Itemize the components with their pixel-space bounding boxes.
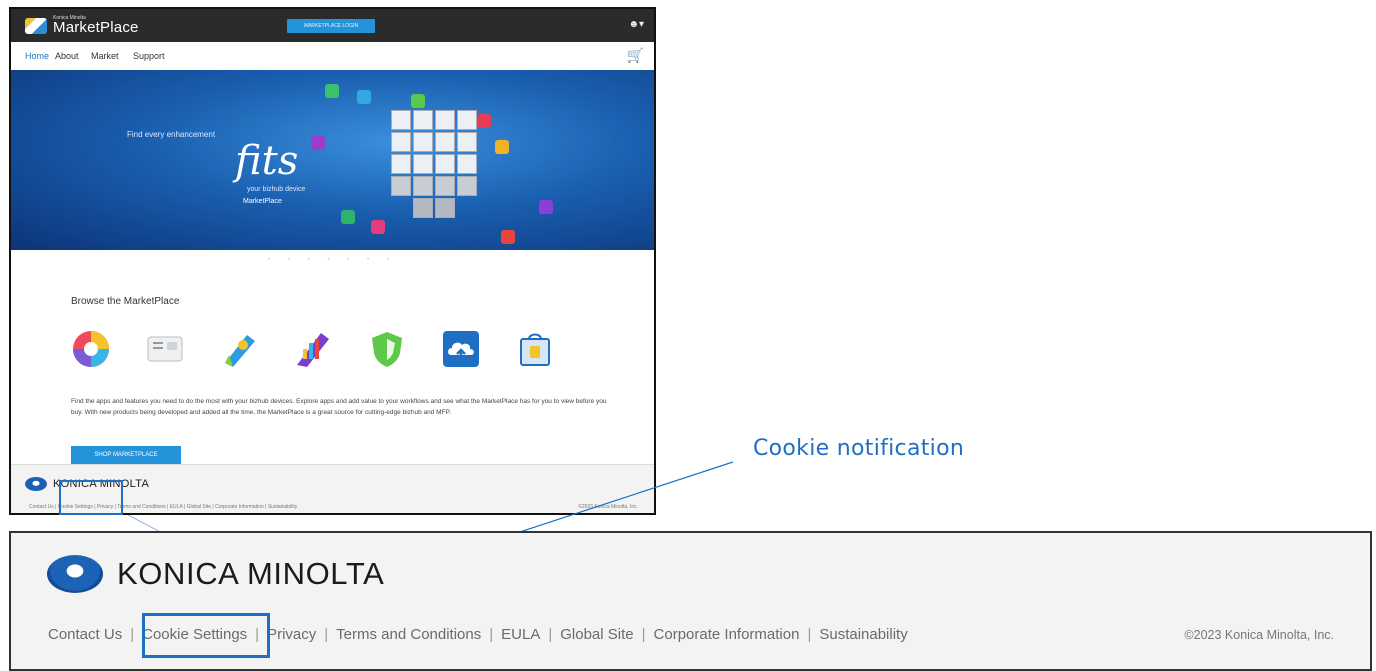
scan-icon[interactable] bbox=[219, 329, 259, 369]
color-wheel-icon[interactable] bbox=[71, 329, 111, 369]
cube-graphic bbox=[311, 80, 553, 250]
copyright: ©2023 Konica Minolta, Inc. bbox=[1184, 628, 1334, 642]
logo-text: MarketPlace bbox=[53, 19, 139, 36]
browse-title: Browse the MarketPlace bbox=[71, 296, 180, 307]
konica-minolta-globe-icon bbox=[47, 555, 103, 593]
marketplace-logo[interactable]: Konica Minolta MarketPlace bbox=[25, 15, 139, 36]
top-bar: Konica Minolta MarketPlace MARKETPLACE L… bbox=[11, 9, 654, 42]
copyright-small: ©2023 Konica Minolta, Inc. bbox=[578, 504, 638, 510]
cloud-upload-icon[interactable] bbox=[441, 329, 481, 369]
document-icon[interactable] bbox=[145, 329, 185, 369]
user-icon[interactable]: ☻▾ bbox=[628, 19, 644, 30]
footer-link-terms[interactable]: Terms and Conditions bbox=[336, 626, 481, 643]
cart-icon[interactable]: 🛒 bbox=[627, 47, 644, 64]
main-nav: Home About Market Support 🛒 bbox=[11, 42, 654, 70]
hero-marketplace-logo: MarketPlace bbox=[243, 198, 282, 205]
shopping-bag-icon[interactable] bbox=[515, 329, 555, 369]
hero-banner[interactable]: Find every enhancement fits your bizhub … bbox=[11, 70, 654, 250]
carousel-dots[interactable]: • • • • • • • bbox=[11, 257, 654, 263]
security-shield-icon[interactable] bbox=[367, 329, 407, 369]
cookie-settings-highlight bbox=[142, 613, 270, 658]
nav-market[interactable]: Market bbox=[91, 51, 119, 61]
chart-icon[interactable] bbox=[293, 329, 333, 369]
nav-home[interactable]: Home bbox=[25, 51, 49, 61]
footer-link-corporate-information[interactable]: Corporate Information bbox=[654, 626, 800, 643]
nav-support[interactable]: Support bbox=[133, 51, 165, 61]
shop-marketplace-button[interactable]: SHOP MARKETPLACE bbox=[71, 446, 181, 464]
marketplace-login-button[interactable]: MARKETPLACE LOGIN bbox=[287, 19, 375, 33]
footer-link-contact-us[interactable]: Contact Us bbox=[48, 626, 122, 643]
footer-link-privacy[interactable]: Privacy bbox=[267, 626, 316, 643]
konica-minolta-logo[interactable]: KONICA MINOLTA bbox=[47, 555, 384, 593]
hero-fits: fits bbox=[235, 138, 299, 184]
hero-subline: your bizhub device bbox=[247, 186, 306, 193]
hero-tagline: Find every enhancement bbox=[127, 130, 216, 139]
nav-about[interactable]: About bbox=[55, 51, 79, 61]
footer-link-sustainability[interactable]: Sustainability bbox=[819, 626, 907, 643]
marketplace-screenshot: Konica Minolta MarketPlace MARKETPLACE L… bbox=[9, 7, 656, 515]
footer-link-eula[interactable]: EULA bbox=[501, 626, 540, 643]
brand-name: KONICA MINOLTA bbox=[117, 556, 385, 591]
footer-link-global-site[interactable]: Global Site bbox=[560, 626, 633, 643]
annotation-label: Cookie notification bbox=[753, 436, 965, 461]
marketplace-logo-icon bbox=[25, 17, 47, 34]
app-category-icons bbox=[71, 329, 555, 369]
logo-brand-small: Konica Minolta bbox=[53, 15, 86, 21]
description: Find the apps and features you need to d… bbox=[71, 398, 607, 416]
konica-minolta-globe-icon bbox=[25, 477, 47, 491]
cookie-settings-highlight-small bbox=[59, 480, 123, 515]
